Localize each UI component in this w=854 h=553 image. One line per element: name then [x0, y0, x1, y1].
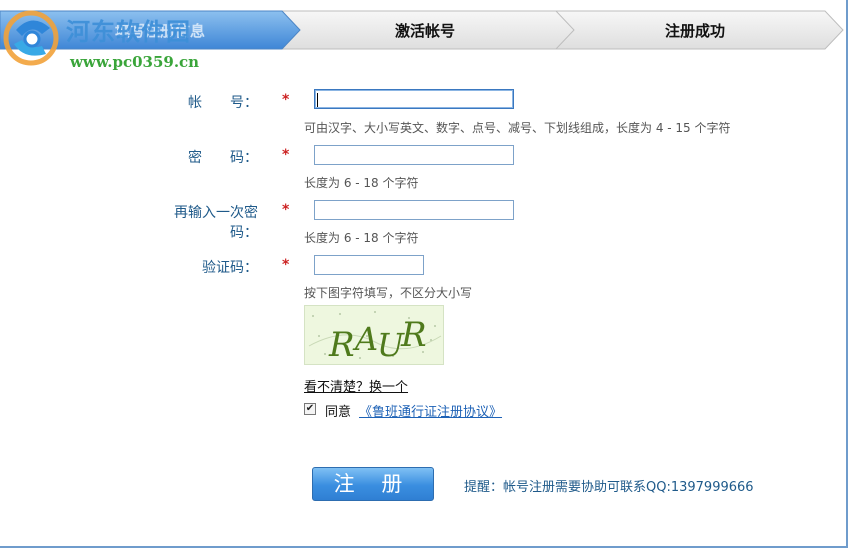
captcha-image[interactable]: R A U R	[304, 305, 444, 365]
agreement-link[interactable]: 《鲁班通行证注册协议》	[359, 401, 502, 420]
captcha-char-1: R	[328, 325, 355, 365]
account-required-mark: *	[282, 92, 290, 108]
watermark-logo: 河东软件园 www.pc0359.cn	[2, 8, 232, 71]
account-input[interactable]	[314, 89, 514, 109]
account-hint: 可由汉字、大小写英文、数字、点号、减号、下划线组成，长度为 4 - 15 个字符	[304, 121, 731, 135]
account-label: 帐 号：	[188, 95, 258, 111]
captcha-char-2: A	[352, 320, 378, 358]
step-3-label: 注册成功	[664, 22, 725, 40]
confirm-password-label: 再输入一次密码：	[174, 205, 258, 241]
password-input[interactable]	[314, 145, 514, 165]
register-button[interactable]: 注 册	[312, 467, 434, 501]
page-frame	[0, 0, 848, 548]
captcha-required-mark: *	[282, 257, 290, 273]
text-caret	[317, 93, 318, 107]
captcha-label: 验证码：	[202, 260, 258, 276]
confirm-required-mark: *	[282, 202, 290, 218]
password-hint: 长度为 6 - 18 个字符	[304, 176, 419, 190]
watermark-url: www.pc0359.cn	[70, 53, 200, 71]
password-label: 密 码：	[188, 150, 258, 166]
refresh-captcha-link[interactable]: 看不清楚？换一个	[304, 376, 408, 395]
password-required-mark: *	[282, 147, 290, 163]
watermark-site-name: 河东软件园	[66, 18, 191, 46]
captcha-graphic: R A U R	[308, 311, 442, 365]
step-2-label: 激活帐号	[394, 22, 455, 40]
agree-checkbox[interactable]: ✔	[304, 403, 316, 415]
captcha-char-4: R	[400, 315, 427, 355]
captcha-input[interactable]	[314, 255, 424, 275]
support-notice: 提醒：帐号注册需要协助可联系QQ:1397999666	[464, 480, 754, 495]
agree-label: 同意	[325, 405, 352, 420]
confirm-password-hint: 长度为 6 - 18 个字符	[304, 231, 419, 245]
confirm-password-input[interactable]	[314, 200, 514, 220]
pc0359-logo-icon	[3, 10, 59, 66]
captcha-hint: 按下图字符填写，不区分大小写	[304, 286, 473, 300]
